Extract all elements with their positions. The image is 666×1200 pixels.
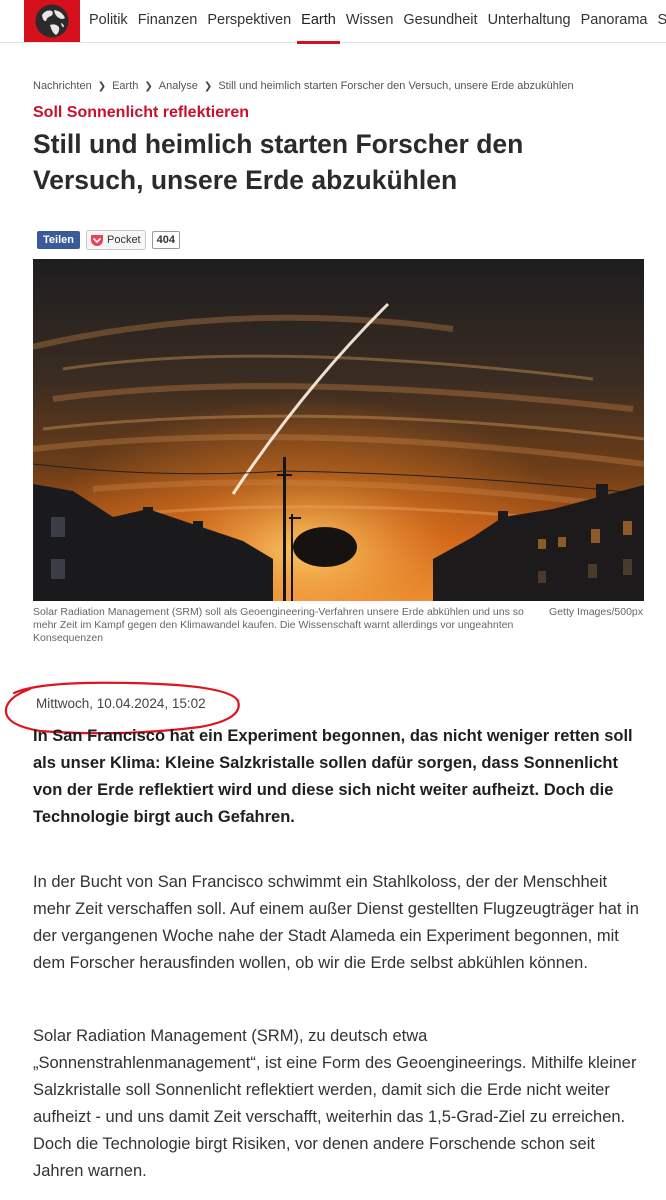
nav-item-earth[interactable]: Earth (297, 0, 340, 44)
article-lead: In San Francisco hat ein Experiment bego… (33, 727, 633, 826)
main-menu: Politik Finanzen Perspektiven Earth Wissen Ge… (89, 0, 666, 44)
chevron-right-icon: ❯ (144, 81, 153, 92)
breadcrumb-item[interactable]: Earth (112, 80, 138, 92)
globe-logo-icon (35, 4, 69, 38)
nav-item-gesundheit[interactable]: Gesundheit (403, 0, 477, 42)
publish-date: Mittwoch, 10.04.2024, 15:02 (36, 696, 206, 711)
pocket-label: Pocket (106, 234, 141, 246)
article-paragraph: In der Bucht von San Francisco schwimmt … (33, 873, 639, 972)
breadcrumb-item[interactable]: Analyse (159, 80, 198, 92)
article-kicker: Soll Sonnenlicht reflektieren (33, 104, 250, 121)
share-count: 404 (151, 231, 180, 249)
pocket-icon (90, 234, 103, 246)
breadcrumb-item[interactable]: Nachrichten (33, 80, 92, 92)
chevron-right-icon: ❯ (97, 81, 107, 92)
nav-item-wissen[interactable]: Wissen (346, 0, 394, 42)
nav-item-politik[interactable]: Politik (89, 0, 128, 42)
article-paragraph: Solar Radiation Management (SRM), zu deu… (33, 1027, 637, 1180)
top-navigation: Politik Finanzen Perspektiven Earth Wissen Ge… (0, 0, 666, 44)
image-credit: Getty Images/500px (549, 606, 643, 618)
nav-item-unterhaltung[interactable]: Unterhaltung (488, 0, 571, 42)
article-hero-image[interactable] (33, 259, 644, 601)
breadcrumb: Nachrichten ❯ Earth ❯ Analyse ❯ Still und heim… (33, 80, 574, 92)
image-caption: Solar Radiation Management (SRM) soll al… (33, 606, 524, 644)
breadcrumb-item: Still und heimlich starten Forscher den … (218, 80, 574, 92)
share-bar: Teilen Pocket 404 (37, 230, 180, 250)
share-button[interactable]: Teilen (37, 231, 80, 249)
pocket-button[interactable]: Pocket (85, 230, 146, 250)
chevron-right-icon: ❯ (203, 81, 213, 92)
nav-item-panorama[interactable]: Panorama (581, 0, 648, 42)
site-logo[interactable] (24, 0, 80, 42)
nav-item-sp[interactable]: Sp (658, 0, 666, 42)
nav-item-perspektiven[interactable]: Perspektiven (207, 0, 291, 42)
nav-item-finanzen[interactable]: Finanzen (138, 0, 198, 42)
article-headline: Still und heimlich starten Forscher den … (33, 129, 524, 195)
